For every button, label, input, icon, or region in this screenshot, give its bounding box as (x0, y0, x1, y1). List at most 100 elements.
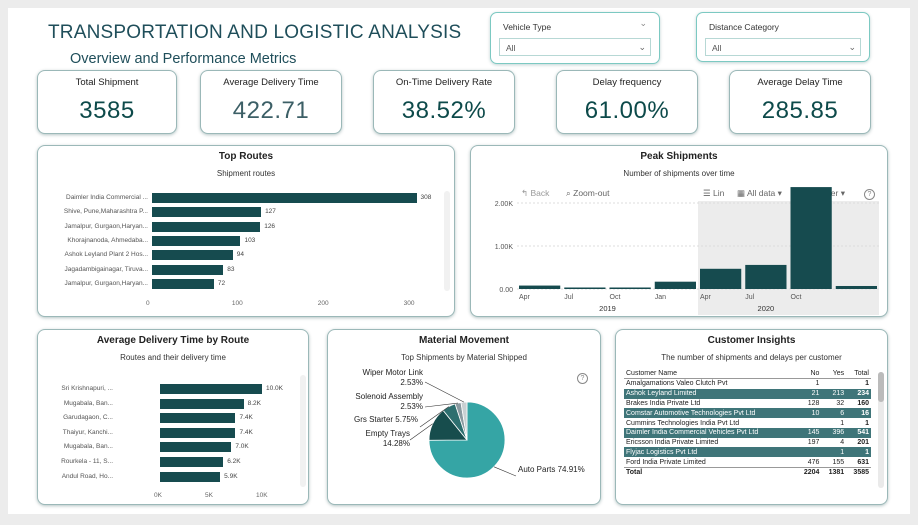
kpi-label: On-Time Delivery Rate (395, 77, 493, 88)
bar-value-label: 308 (420, 194, 432, 201)
yes-cell: 1381 (821, 467, 847, 478)
kpi-average-delivery-time: Average Delivery Time 422.71 (200, 70, 342, 134)
panel-title: Average Delivery Time by Route (96, 335, 250, 346)
x-tick-label: Oct (791, 294, 802, 301)
scrollbar[interactable] (444, 191, 450, 291)
total-cell: 541 (846, 427, 871, 438)
distance-category-value: All (712, 43, 722, 53)
total-cell: 160 (857, 399, 869, 407)
scrollbar[interactable] (878, 372, 884, 488)
bar-value-label: 8.2K (247, 399, 261, 407)
column-header[interactable]: No (796, 369, 822, 379)
panel-subtitle: Shipment routes (216, 169, 276, 178)
vehicle-type-dropdown[interactable]: All ⌄ (499, 38, 651, 56)
scrollbar[interactable] (300, 375, 306, 487)
no-cell: 10 (796, 408, 822, 419)
table-row[interactable]: Amalgamations Valeo Clutch Pvt 1 1 (624, 379, 871, 389)
table-row[interactable]: Ford India Private Limited 476 155 631 (624, 457, 871, 467)
bar[interactable] (152, 221, 261, 232)
page-subtitle: Overview and Performance Metrics (70, 51, 297, 67)
bar[interactable] (835, 285, 877, 289)
kpi-value: 422.71 (232, 97, 310, 124)
table-row[interactable]: Ericsson India Private Limited 197 4 201 (624, 438, 871, 448)
bar[interactable] (564, 287, 606, 290)
column-header[interactable]: Total (846, 369, 871, 379)
x-tick-label: Jan (655, 294, 666, 301)
peak-shipments-chart: 0.00 1.00K 2.00K Apr Jul Oct Jan Apr Jul Oct 2019 2… (495, 187, 879, 315)
vehicle-type-value: All (506, 43, 516, 53)
bar[interactable] (160, 413, 236, 424)
total-cell: 1 (865, 419, 869, 427)
bar-value-label: 83 (227, 265, 235, 273)
kpi-value: 3585 (79, 97, 135, 124)
x-tick-label: 300 (403, 300, 415, 307)
bar[interactable] (152, 250, 233, 261)
bar[interactable] (152, 193, 417, 203)
bar[interactable] (745, 264, 787, 289)
kpi-total-shipment: Total Shipment 3585 (37, 70, 177, 134)
bar-category-label: Andul Road, Ho... (61, 472, 113, 480)
bar-category-label: Mugabala, Ban... (63, 399, 113, 407)
table-row[interactable]: Daimler India Commercial Vehicles Pvt Lt… (624, 427, 871, 438)
bar[interactable] (790, 187, 832, 289)
bar[interactable] (609, 287, 651, 290)
yes-cell (821, 379, 846, 389)
distance-category-dropdown[interactable]: All ⌄ (705, 38, 861, 56)
bar[interactable] (160, 471, 221, 482)
table-row[interactable]: Comstar Automotive Technologies Pvt Ltd 1… (624, 408, 871, 419)
column-header[interactable]: Customer Name (624, 369, 797, 379)
year-label: 2020 (758, 304, 775, 313)
bar-value-label: 7.4K (239, 428, 253, 436)
kpi-label: Average Delivery Time (223, 77, 319, 88)
bar[interactable] (160, 398, 244, 409)
bar[interactable] (152, 207, 262, 218)
kpi-label: Delay frequency (592, 77, 662, 88)
bar-category-label: Shive, Pune,Maharashtra P... (63, 208, 148, 216)
distance-category-label: Distance Category (709, 22, 779, 32)
bar[interactable] (152, 264, 224, 275)
table-row[interactable]: Cummins Technologies India Pvt Ltd 1 1 (624, 418, 871, 428)
bar[interactable] (654, 281, 696, 289)
x-tick-label: 200 (317, 300, 329, 307)
bar[interactable] (160, 384, 262, 394)
customer-table: Customer Name No Yes Total Amalgamations… (624, 369, 871, 478)
customer-name-cell: Brakes India Private Ltd (626, 399, 701, 407)
total-cell: 631 (857, 458, 869, 466)
kpi-value: 285.85 (761, 97, 839, 124)
bar[interactable] (700, 268, 742, 289)
yes-cell: 1 (840, 419, 845, 427)
yes-cell: 6 (821, 408, 847, 419)
bar[interactable] (160, 427, 236, 438)
x-tick-label: 5K (205, 492, 213, 499)
table-row[interactable]: Brakes India Private Ltd 128 32 160 (624, 399, 871, 409)
bar[interactable] (152, 278, 214, 289)
vehicle-type-slicer: ⌄ Vehicle Type All ⌄ (490, 12, 660, 64)
bar[interactable] (519, 285, 561, 289)
bar-category-label: Jamalpur, Gurgaon,Haryan... (64, 222, 148, 230)
table-row[interactable]: Flyjac Logistics Pvt Ltd 1 1 (624, 447, 871, 458)
peak-shipments-panel: Peak Shipments Number of shipments over … (470, 145, 888, 317)
customer-name-cell: Cummins Technologies India Pvt Ltd (626, 419, 740, 427)
customer-name-cell: Ericsson India Private Limited (626, 439, 719, 447)
column-header[interactable]: Yes (821, 369, 847, 379)
bar[interactable] (160, 457, 224, 467)
distance-category-slicer: Distance Category All ⌄ (696, 12, 870, 62)
customer-name-cell: Ford India Private Limited (626, 458, 706, 466)
customer-insights-panel: Customer Insights The number of shipment… (615, 329, 888, 505)
highlight-region (698, 201, 879, 315)
x-tick-label: Apr (700, 294, 712, 301)
y-tick-label: 2.00K (495, 201, 514, 208)
scrollbar-thumb[interactable] (878, 372, 884, 402)
bar[interactable] (152, 235, 241, 246)
yes-cell: 396 (821, 427, 847, 438)
bar[interactable] (160, 442, 232, 453)
y-tick-label: 1.00K (495, 244, 514, 251)
pie-leader-line (424, 381, 465, 403)
x-tick-label: Jul (745, 294, 754, 301)
bar-category-label: Ashok Leyland Plant 2 Hos... (64, 251, 148, 259)
no-cell (797, 418, 822, 428)
bar-value-label: 127 (265, 208, 276, 216)
yes-cell: 32 (836, 399, 845, 407)
table-row[interactable]: Ashok Leyland Limited 21 213 234 (624, 388, 871, 399)
customer-name-cell: Flyjac Logistics Pvt Ltd (624, 447, 797, 458)
